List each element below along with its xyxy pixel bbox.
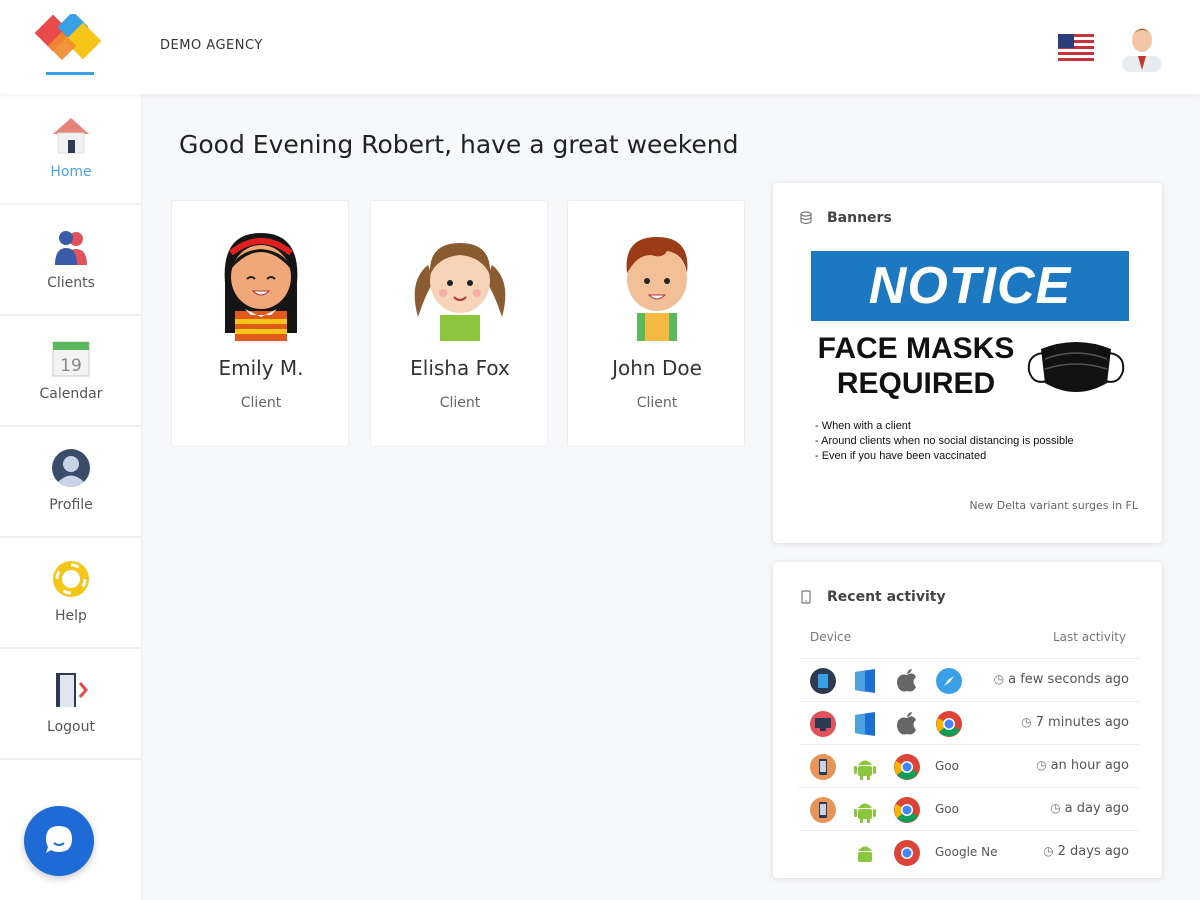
top-header: DEMO AGENCY [0,0,1200,94]
activity-row[interactable]: Goo a day ago [799,787,1139,830]
notice-bullet: - Even if you have been vaccinated [815,450,987,462]
sidebar-item-logout[interactable]: Logout [0,649,142,760]
browser-name: Goo [935,802,959,816]
calendar-icon: 19 [52,341,90,377]
client-card[interactable]: Elisha Fox Client [370,200,548,447]
us-flag-icon[interactable] [1058,34,1094,62]
user-avatar-icon[interactable] [1118,20,1166,72]
banners-panel: Banners NOTICE FACE MASKS REQUIRED - Whe… [773,183,1162,543]
column-header-last-activity: Last activity [1052,630,1126,644]
page-greeting: Good Evening Robert, have a great weeken… [179,130,739,159]
notice-bullet: - Around clients when no social distanci… [815,435,1074,447]
phone-icon [810,797,836,823]
sidebar-item-help[interactable]: Help [0,538,142,649]
activity-row[interactable]: 7 minutes ago [799,701,1139,744]
notice-headline-line2: REQUIRED [836,367,996,400]
windows-icon [855,712,875,736]
client-role: Client [636,395,678,411]
banners-title: Banners [827,210,892,226]
profile-icon [52,449,90,487]
database-icon [800,211,812,225]
android-icon [858,846,872,862]
client-role: Client [240,395,282,411]
notice-bullet: - When with a client [815,420,911,432]
last-activity-time: a few seconds ago [994,672,1129,687]
sidebar-item-label: Profile [49,497,93,513]
tablet-icon [810,668,836,694]
agency-name: DEMO AGENCY [160,38,263,53]
windows-icon [855,669,875,693]
sidebar-item-label: Calendar [39,386,103,402]
chrome-icon [894,840,920,866]
activity-row[interactable]: Google Ne 2 days ago [799,830,1139,873]
clients-icon [55,231,87,265]
chrome-icon [894,797,920,823]
sidebar-item-clients[interactable]: Clients [0,205,142,316]
browser-name: Google Ne [935,845,998,859]
safari-icon [936,668,962,694]
girl-black-hair-avatar-icon [224,233,298,341]
client-card[interactable]: John Doe Client [567,200,745,447]
activity-row[interactable]: a few seconds ago [799,658,1139,701]
browser-name: Goo [935,759,959,773]
chrome-icon [894,754,920,780]
activity-row[interactable]: Goo an hour ago [799,744,1139,787]
chat-button[interactable] [24,806,94,876]
sidebar-item-label: Logout [47,719,95,735]
face-mask-icon [1027,342,1125,392]
home-icon [53,118,89,154]
girl-pigtails-avatar-icon [414,243,506,341]
desktop-icon [810,711,836,737]
last-activity-time: 2 days ago [1043,844,1129,859]
last-activity-time: an hour ago [1036,758,1129,773]
column-header-device: Device [810,630,852,644]
apple-icon [897,712,916,735]
client-name: Elisha Fox [410,356,510,380]
notice-headline: FACE MASKS REQUIRED [811,331,1021,401]
agency-logo-icon[interactable] [34,14,108,78]
apple-icon [897,669,916,692]
sidebar-item-label: Home [50,164,92,180]
phone-icon [810,754,836,780]
logout-icon [56,673,88,707]
sidebar-item-profile[interactable]: Profile [0,427,142,538]
sidebar-item-label: Help [55,608,87,624]
sidebar-nav: Home Clients 19 Calendar Profile Help Lo… [0,94,142,900]
last-activity-time: a day ago [1050,801,1129,816]
notice-bullets: - When with a client - Around clients wh… [815,419,1074,464]
android-icon [854,760,876,780]
android-icon [854,803,876,823]
client-role: Client [439,395,481,411]
banner-caption[interactable]: New Delta variant surges in FL [969,499,1138,512]
client-name: Emily M. [218,356,304,380]
mobile-device-icon [801,590,811,604]
last-activity-time: 7 minutes ago [1021,715,1129,730]
sidebar-item-label: Clients [47,275,95,291]
calendar-day: 19 [60,356,82,376]
notice-headline-line1: FACE MASKS [817,332,1015,365]
notice-heading: NOTICE [811,251,1129,321]
sidebar-item-home[interactable]: Home [0,94,142,205]
recent-activity-panel: Recent activity Device Last activity a f… [773,562,1162,878]
chat-bubble-icon [46,826,72,853]
help-icon [53,561,89,597]
sidebar-item-calendar[interactable]: 19 Calendar [0,316,142,427]
boy-avatar-icon [626,237,688,341]
client-name: John Doe [612,356,702,380]
chrome-icon [936,711,962,737]
client-card[interactable]: Emily M. Client [171,200,349,447]
activity-title: Recent activity [827,589,946,605]
